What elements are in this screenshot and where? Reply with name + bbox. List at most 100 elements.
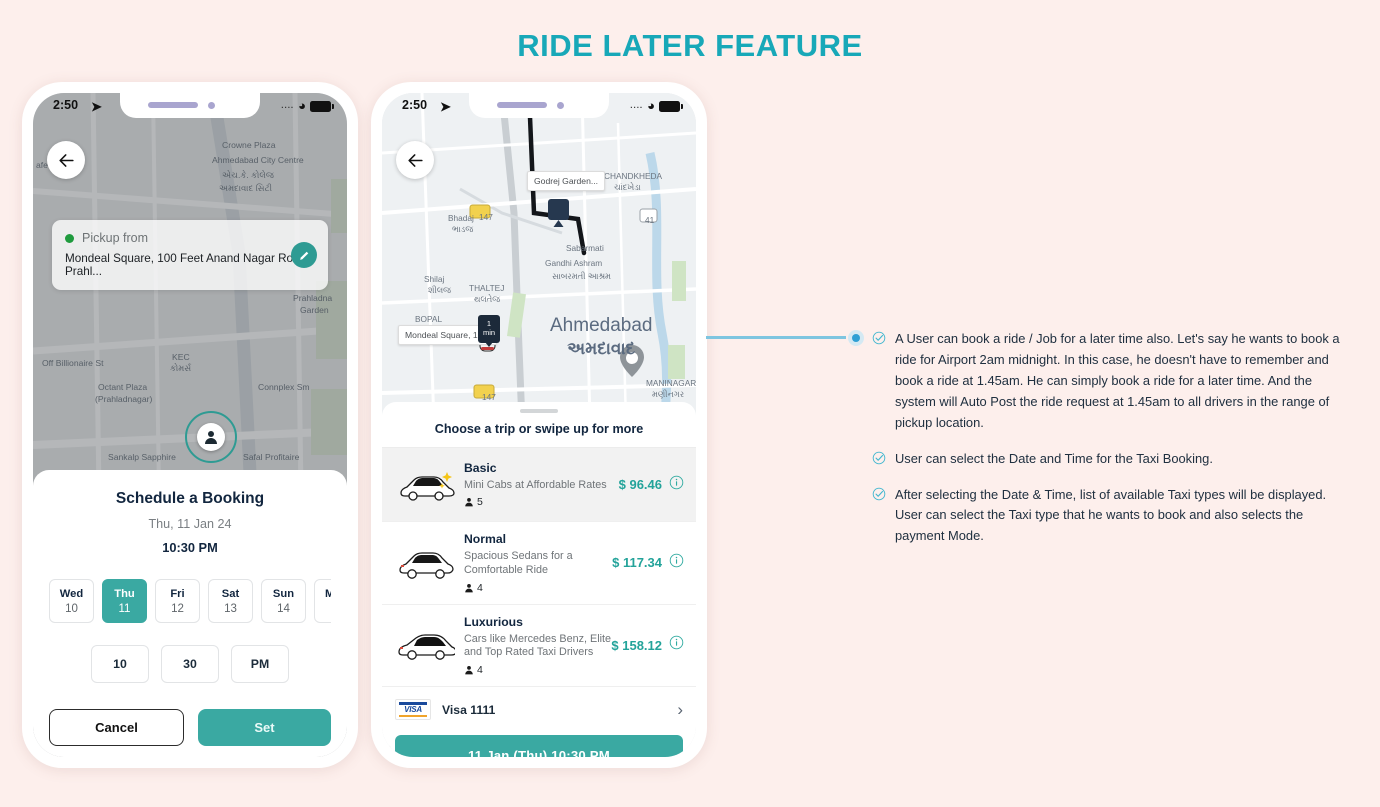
back-arrow-icon — [58, 153, 74, 167]
sheet-heading: Schedule a Booking — [115, 490, 265, 507]
sheet-date-summary: Thu, 11 Jan 24 — [148, 517, 232, 531]
time-picker-row[interactable]: 10 30 PM — [49, 645, 331, 683]
chevron-right-icon[interactable]: › — [677, 700, 683, 720]
battery-full-icon — [310, 101, 334, 112]
map-label: ચાંદખેડા — [614, 182, 641, 192]
payment-method-row[interactable]: VISA Visa 1111 › — [382, 687, 696, 731]
day-option-14[interactable]: Sun 14 — [261, 579, 306, 623]
trip-option-name: Normal — [464, 532, 506, 546]
signal-dots-icon: .... — [281, 101, 295, 110]
minute-picker[interactable]: 30 — [161, 645, 219, 683]
payment-label: Visa 1111 — [442, 702, 496, 717]
sheet-time-summary: 10:30 PM — [162, 540, 218, 555]
trip-seat-count: 5 — [477, 496, 483, 509]
wifi-icon: ◕ — [298, 98, 306, 113]
city-name-label: Ahmedabad અમદાવાદ — [550, 315, 652, 359]
destination-label-box[interactable]: Godrej Garden... — [527, 171, 606, 191]
driver-location-marker — [185, 411, 237, 463]
front-camera — [208, 102, 215, 109]
trip-option-row[interactable]: Basic Mini Cabs at Affordable Rates 5 $ 96.… — [382, 448, 696, 522]
driver-avatar-icon — [197, 423, 225, 451]
trip-option-info: Luxurious Cars like Mercedes Benz, Elite … — [458, 615, 611, 677]
person-icon — [465, 583, 473, 592]
day-option-12[interactable]: Fri 12 — [155, 579, 200, 623]
trip-option-description: Spacious Sedans for a Comfortable Ride — [464, 550, 573, 576]
visa-wordmark: VISA — [404, 705, 422, 715]
trip-option-seats: 4 — [464, 582, 612, 594]
right-back-button[interactable] — [396, 141, 434, 179]
left-phone-frame: Crowne Plaza Ahmedabad City Centre એચ.કે. … — [22, 82, 358, 768]
day-option-dow: Wed — [59, 587, 84, 600]
check-circle-icon — [872, 487, 886, 548]
trip-option-price: $ 158.12 — [611, 637, 662, 653]
pickup-label: Pickup from — [82, 231, 148, 245]
status-clock: 2:50 — [53, 98, 79, 112]
trip-option-description: Cars like Mercedes Benz, Elite and Top R… — [464, 632, 612, 659]
day-option-13[interactable]: Sat 13 — [208, 579, 253, 623]
page-root: RIDE LATER FEATURE Crowne Plaza Ahmedaba… — [0, 0, 1380, 807]
day-option-10[interactable]: Wed 10 — [49, 579, 94, 623]
annotation-list: A User can book a ride / Job for a later… — [872, 329, 1354, 562]
sheet-drag-handle[interactable] — [520, 409, 558, 413]
day-option-number: 13 — [224, 602, 237, 615]
right-phone-frame: CHANDKHEDA ચાંદખેડા Bhadaj ભાડજ Sabarmati Gan… — [371, 82, 707, 768]
map-label: Sabarmati — [566, 243, 604, 253]
trip-option-price-group: $ 96.46 — [619, 475, 684, 495]
set-button[interactable]: Set — [198, 709, 331, 746]
pickup-address: Mondeal Square, 100 Feet Anand Nagar Roa… — [65, 252, 310, 278]
annotation-item: A User can book a ride / Job for a later… — [872, 329, 1354, 434]
car-illustration-icon — [392, 627, 458, 663]
day-option-dow: Sat — [221, 587, 240, 600]
visa-card-icon: VISA — [395, 699, 431, 721]
sheet-actions: Cancel Set — [49, 709, 331, 746]
info-circle-icon[interactable] — [669, 553, 684, 573]
callout-connector-dot — [848, 330, 864, 346]
hour-picker[interactable]: 10 — [91, 645, 149, 683]
pickup-label-row: Pickup from — [65, 231, 315, 245]
eta-unit: min — [482, 328, 496, 337]
day-option-number: 12 — [171, 602, 184, 615]
trip-option-info: Basic Mini Cabs at Affordable Rates 5 — [458, 461, 619, 509]
location-arrow-icon: ➤ — [440, 99, 451, 114]
map-label: સાબરમતી આશ્રમ — [552, 271, 611, 281]
pickup-edit-button[interactable] — [291, 242, 317, 268]
person-icon — [465, 666, 473, 675]
trip-seat-count: 4 — [477, 664, 483, 677]
city-name-gu: અમદાવાદ — [567, 339, 636, 358]
map-label: 147 — [479, 212, 493, 222]
left-notch — [120, 93, 260, 118]
status-right-group: .... ◕ — [630, 98, 683, 113]
wifi-icon: ◕ — [647, 98, 655, 113]
callout-dot-core — [852, 334, 860, 342]
trip-panel-title: Choose a trip or swipe up for more — [382, 422, 696, 448]
trip-option-name: Basic — [464, 460, 497, 475]
day-option-dow: Sun — [272, 587, 295, 600]
day-option-number: 15 — [330, 603, 331, 615]
trip-option-seats: 5 — [464, 496, 619, 508]
day-option-dow: Fri — [170, 587, 185, 600]
annotation-item: User can select the Date and Time for th… — [872, 449, 1354, 470]
day-option-dow: Mon — [325, 587, 331, 600]
meridiem-picker[interactable]: PM — [231, 645, 289, 683]
person-icon — [465, 498, 473, 507]
day-selector-strip[interactable]: Wed 10 Thu 11 Fri 12 Sat 13 Sun 14 Mon 15 — [49, 579, 331, 623]
status-right-group: .... ◕ — [281, 98, 334, 113]
visa-top-bar — [399, 702, 427, 705]
map-label: Gandhi Ashram — [545, 258, 603, 268]
trip-option-price-group: $ 117.34 — [612, 553, 684, 573]
day-option-15[interactable]: Mon 15 — [314, 579, 331, 623]
day-option-number: 10 — [65, 602, 78, 615]
day-option-11[interactable]: Thu 11 — [102, 579, 147, 623]
info-circle-icon[interactable] — [669, 475, 684, 495]
trip-option-row[interactable]: Normal Spacious Sedans for a Comfortable … — [382, 522, 696, 605]
trip-option-price: $ 96.46 — [618, 477, 662, 492]
trip-option-row[interactable]: Luxurious Cars like Mercedes Benz, Elite … — [382, 605, 696, 688]
cancel-button[interactable]: Cancel — [49, 709, 184, 746]
map-label: થલતેજ — [474, 294, 500, 304]
confirm-schedule-button[interactable]: 11 Jan (Thu),10:30 PM — [395, 735, 683, 757]
pickup-card[interactable]: Pickup from Mondeal Square, 100 Feet Ana… — [52, 220, 328, 290]
map-label: શીલજ — [428, 285, 451, 295]
left-back-button[interactable] — [47, 141, 85, 179]
right-notch — [469, 93, 609, 118]
info-circle-icon[interactable] — [669, 635, 684, 655]
